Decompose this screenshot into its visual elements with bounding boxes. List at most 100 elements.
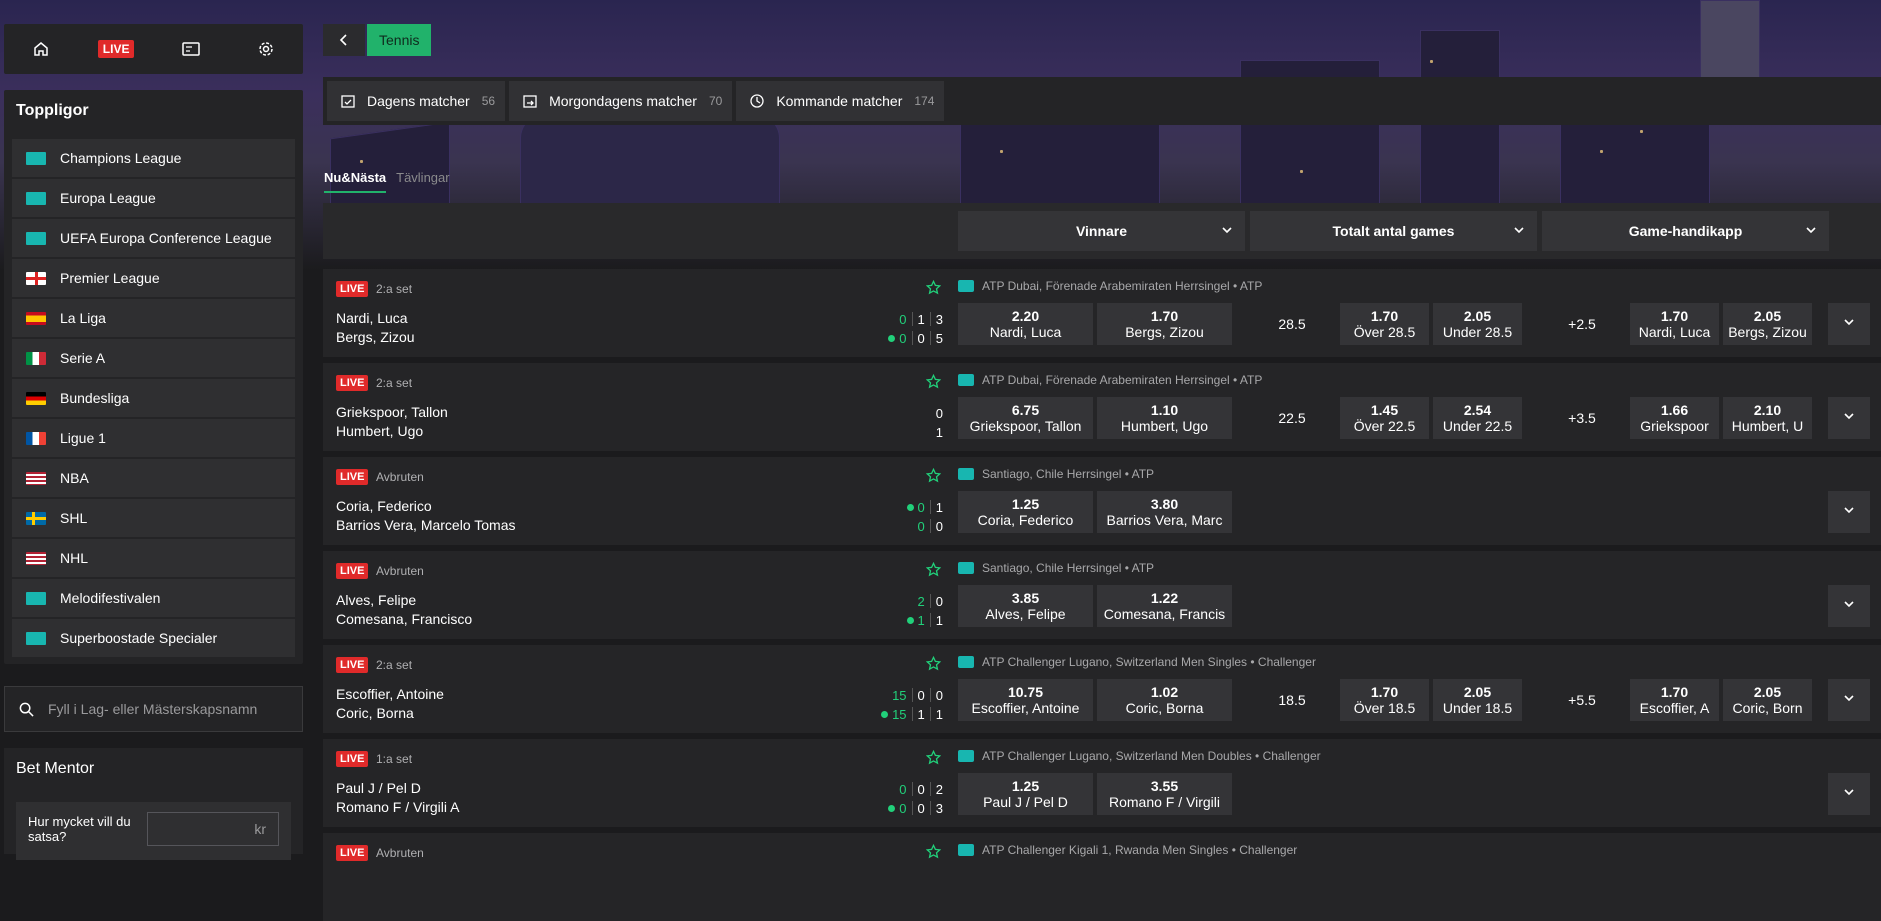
odds-outcome: Under 18.5 — [1442, 700, 1513, 716]
bet-mentor-box: Hur mycket vill du satsa? kr — [16, 802, 291, 860]
match-row[interactable]: LIVE 2:a set ATP Dubai, Förenade Arabemira… — [323, 363, 1881, 451]
odds-value: 1.70 — [1370, 684, 1399, 700]
odds-button-over[interactable]: 1.70 Över 18.5 — [1340, 679, 1429, 721]
sidebar-league-item[interactable]: Champions League — [12, 139, 295, 177]
odds-button-handicap-away[interactable]: 2.10 Humbert, U — [1723, 397, 1812, 439]
score-cell: 0 — [935, 519, 943, 534]
favorite-star-icon[interactable] — [925, 279, 942, 300]
search-box[interactable]: Fyll i Lag- eller Mästerskapsnamn — [4, 686, 303, 732]
settings-button[interactable] — [241, 29, 291, 69]
odds-button-away[interactable]: 3.55 Romano F / Virgili — [1097, 773, 1232, 815]
match-row[interactable]: LIVE 1:a set ATP Challenger Lugano, Switze… — [323, 739, 1881, 827]
odds-button-under[interactable]: 2.54 Under 22.5 — [1433, 397, 1522, 439]
day-tab[interactable]: Dagens matcher 56 — [327, 81, 506, 121]
tab-tavlingar[interactable]: Tävlingar — [396, 170, 449, 193]
score-cell: 2 — [917, 594, 925, 609]
market-dropdown-handicap[interactable]: Game-handikapp — [1542, 211, 1829, 251]
match-status: 1:a set — [376, 752, 413, 766]
league-label: Bundesliga — [60, 390, 130, 406]
sidebar-league-item[interactable]: Serie A — [12, 339, 295, 377]
chevron-down-icon — [1843, 597, 1855, 615]
tab-nu-nasta[interactable]: Nu&Nästa — [324, 170, 387, 193]
scoreboard: 2011 — [883, 592, 943, 630]
expand-button[interactable] — [1828, 773, 1870, 815]
match-row[interactable]: LIVE Avbruten Santiago, Chile Herrsingel •… — [323, 551, 1881, 639]
expand-button[interactable] — [1828, 679, 1870, 721]
sidebar-league-item[interactable]: Premier League — [12, 259, 295, 297]
serve-indicator — [888, 335, 896, 342]
favorite-star-icon[interactable] — [925, 467, 942, 488]
match-row[interactable]: LIVE Avbruten Santiago, Chile Herrsingel •… — [323, 457, 1881, 545]
sidebar-league-item[interactable]: UEFA Europa Conference League — [12, 219, 295, 257]
sidebar-league-item[interactable]: Melodifestivalen — [12, 579, 295, 617]
odds-button-home[interactable]: 6.75 Griekspoor, Tallon — [958, 397, 1093, 439]
expand-button[interactable] — [1828, 491, 1870, 533]
league-label: Champions League — [60, 150, 182, 166]
player-away: Bergs, Zizou — [336, 329, 415, 345]
odds-button-home[interactable]: 1.25 Coria, Federico — [958, 491, 1093, 533]
odds-button-handicap-home[interactable]: 1.70 Escoffier, A — [1630, 679, 1719, 721]
favorite-star-icon[interactable] — [925, 561, 942, 582]
live-badge: LIVE — [336, 845, 369, 861]
day-tab-label: Morgondagens matcher — [549, 93, 697, 109]
odds-button-handicap-away[interactable]: 2.05 Bergs, Zizou — [1723, 303, 1812, 345]
day-tab[interactable]: Morgondagens matcher 70 — [509, 81, 733, 121]
scoreboard: 002003 — [873, 780, 943, 818]
expand-button[interactable] — [1828, 303, 1870, 345]
day-tab-label: Kommande matcher — [776, 93, 903, 109]
odds-value: 3.55 — [1150, 778, 1179, 794]
odds-button-away[interactable]: 1.70 Bergs, Zizou — [1097, 303, 1232, 345]
handicap-line: +3.5 — [1568, 410, 1596, 426]
odds-button-handicap-home[interactable]: 1.66 Griekspoor — [1630, 397, 1719, 439]
odds-button-home[interactable]: 1.25 Paul J / Pel D — [958, 773, 1093, 815]
odds-button-under[interactable]: 2.05 Under 18.5 — [1433, 679, 1522, 721]
match-status: 2:a set — [376, 282, 413, 296]
odds-outcome: Escoffier, Antoine — [971, 700, 1080, 716]
odds-button-away[interactable]: 3.80 Barrios Vera, Marc — [1097, 491, 1232, 533]
odds-button-over[interactable]: 1.45 Över 22.5 — [1340, 397, 1429, 439]
odds-value: 1.25 — [1011, 778, 1040, 794]
favorite-star-icon[interactable] — [925, 843, 942, 864]
sidebar-league-item[interactable]: NHL — [12, 539, 295, 577]
expand-button[interactable] — [1828, 585, 1870, 627]
match-row[interactable]: LIVE Avbruten ATP Challenger Kigali 1, Rwa… — [323, 833, 1881, 921]
favorite-star-icon[interactable] — [925, 373, 942, 394]
favorite-star-icon[interactable] — [925, 655, 942, 676]
odds-button-over[interactable]: 1.70 Över 28.5 — [1340, 303, 1429, 345]
score-cell: 1 — [935, 707, 943, 722]
stake-input[interactable]: kr — [146, 812, 279, 846]
sidebar-league-item[interactable]: La Liga — [12, 299, 295, 337]
match-row[interactable]: LIVE 2:a set ATP Dubai, Förenade Arabemira… — [323, 269, 1881, 357]
odds-button-handicap-home[interactable]: 1.70 Nardi, Luca — [1630, 303, 1719, 345]
day-tab[interactable]: Kommande matcher 174 — [736, 81, 945, 121]
odds-outcome: Paul J / Pel D — [983, 794, 1068, 810]
back-button[interactable] — [323, 24, 365, 56]
odds-button-away[interactable]: 1.22 Comesana, Francis — [1097, 585, 1232, 627]
search-input[interactable]: Fyll i Lag- eller Mästerskapsnamn — [48, 701, 257, 717]
match-row[interactable]: LIVE 2:a set ATP Challenger Lugano, Switze… — [323, 645, 1881, 733]
favorite-star-icon[interactable] — [925, 749, 942, 770]
sidebar-league-item[interactable]: Europa League — [12, 179, 295, 217]
expand-button[interactable] — [1828, 397, 1870, 439]
odds-button-home[interactable]: 2.20 Nardi, Luca — [958, 303, 1093, 345]
sidebar-league-item[interactable]: Superboostade Specialer — [12, 619, 295, 657]
betslip-button[interactable] — [166, 29, 216, 69]
sidebar-league-item[interactable]: NBA — [12, 459, 295, 497]
odds-button-away[interactable]: 1.10 Humbert, Ugo — [1097, 397, 1232, 439]
live-button[interactable]: LIVE — [91, 29, 141, 69]
odds-button-under[interactable]: 2.05 Under 28.5 — [1433, 303, 1522, 345]
top-nav: LIVE — [4, 24, 303, 74]
odds-button-away[interactable]: 1.02 Coric, Borna — [1097, 679, 1232, 721]
sidebar-league-item[interactable]: Ligue 1 — [12, 419, 295, 457]
score-cell: 1 — [917, 707, 925, 722]
odds-button-home[interactable]: 3.85 Alves, Felipe — [958, 585, 1093, 627]
handicap-line: +5.5 — [1568, 692, 1596, 708]
home-button[interactable] — [16, 29, 66, 69]
odds-button-home[interactable]: 10.75 Escoffier, Antoine — [958, 679, 1093, 721]
market-dropdown-total[interactable]: Totalt antal games — [1250, 211, 1537, 251]
breadcrumb-sport[interactable]: Tennis — [367, 24, 432, 56]
odds-button-handicap-away[interactable]: 2.05 Coric, Born — [1723, 679, 1812, 721]
sidebar-league-item[interactable]: Bundesliga — [12, 379, 295, 417]
market-dropdown-winner[interactable]: Vinnare — [958, 211, 1245, 251]
sidebar-league-item[interactable]: SHL — [12, 499, 295, 537]
